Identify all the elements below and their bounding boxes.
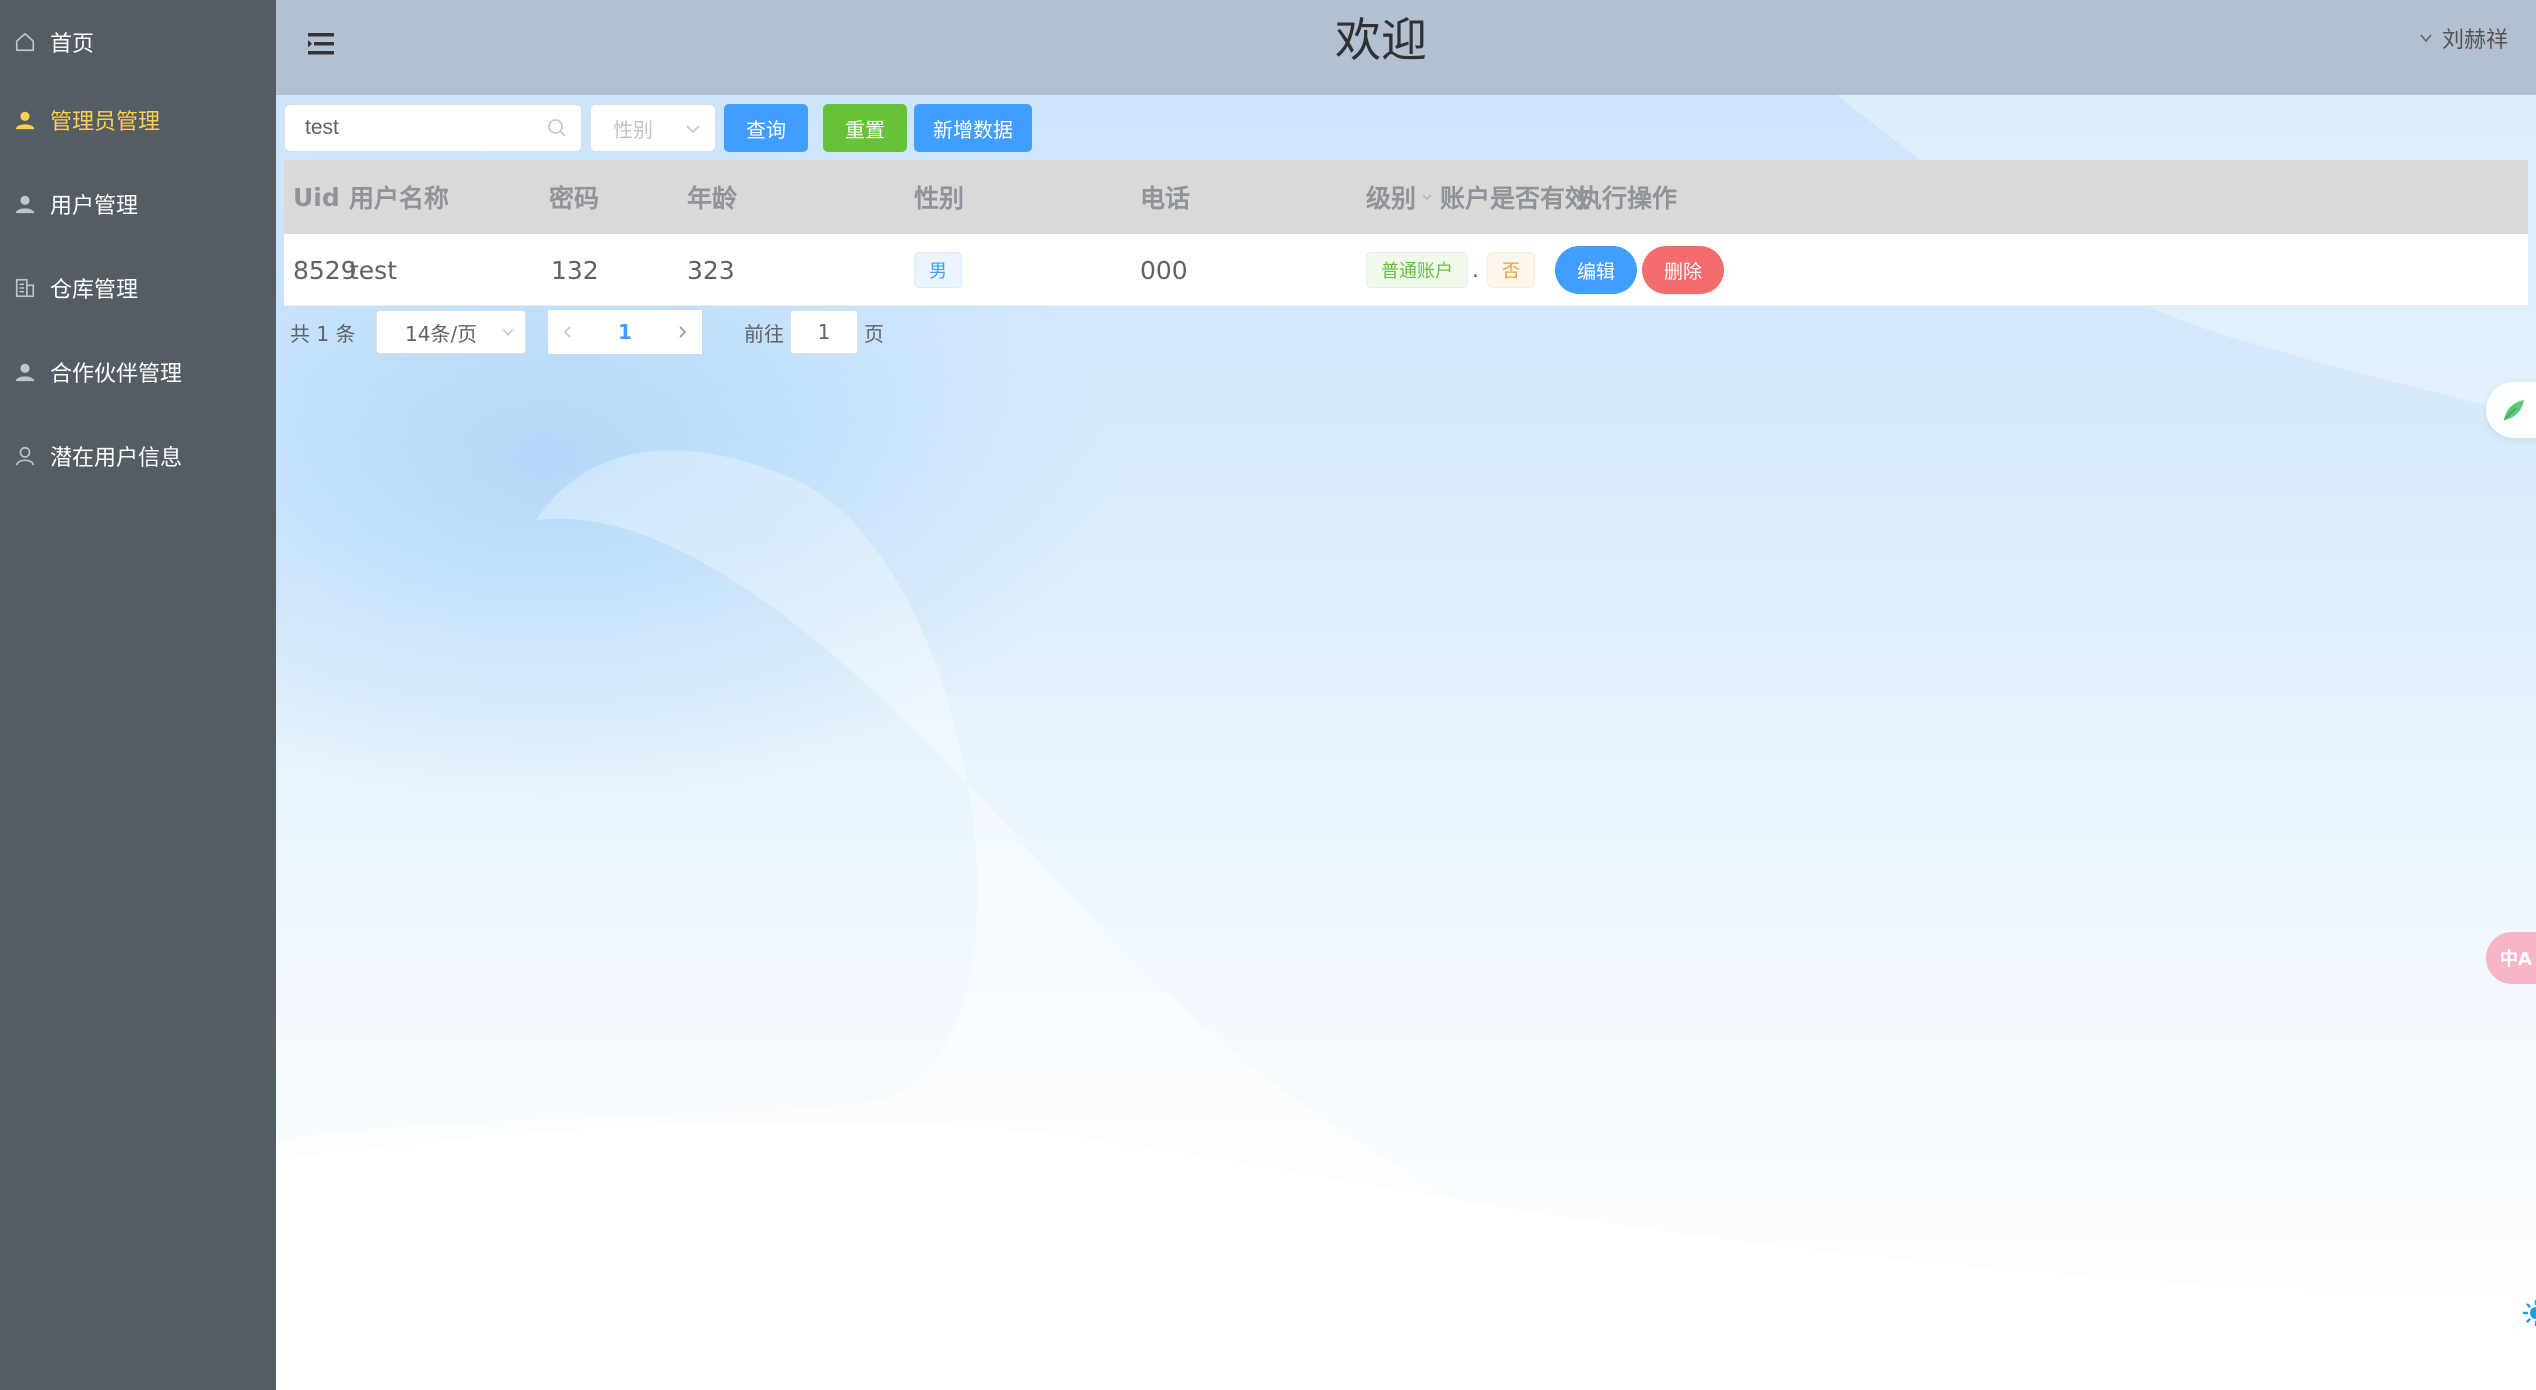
top-header: 欢迎 刘赫祥 <box>276 0 2536 95</box>
data-table: Uid 用户名称 密码 年龄 性别 电话 级别 账户是否有效 执行操作 8529… <box>284 160 2528 306</box>
query-button[interactable]: 查询 <box>724 104 808 152</box>
sidebar-item-label: 合作伙伴管理 <box>50 362 183 387</box>
page-number-current[interactable]: 1 <box>588 310 662 354</box>
user-icon <box>14 109 36 131</box>
column-header-age: 年龄 <box>687 184 738 213</box>
column-header-phone: 电话 <box>1140 184 1191 213</box>
translate-icon: 中A <box>2500 949 2532 970</box>
chevron-down-icon <box>2420 34 2432 43</box>
user-icon <box>14 361 36 383</box>
gender-tag: 男 <box>914 252 962 288</box>
sidebar-item-warehouse-management[interactable]: 仓库管理 <box>0 246 276 330</box>
table-row: 8529 test 132 323 男 000 普通账户 . 否 编辑 删除 <box>284 234 2528 306</box>
cell-actions: 编辑 删除 <box>1555 234 1724 306</box>
column-header-gender: 性别 <box>914 184 965 213</box>
sidebar-item-label: 仓库管理 <box>50 278 139 303</box>
chevron-down-icon <box>502 328 514 337</box>
add-data-button[interactable]: 新增数据 <box>914 104 1032 152</box>
delete-button[interactable]: 删除 <box>1642 246 1724 294</box>
building-icon <box>14 277 36 299</box>
chevron-right-icon <box>679 326 687 338</box>
column-header-password: 密码 <box>549 184 600 213</box>
pagination-total: 共 1 条 <box>290 321 356 346</box>
level-suffix: . <box>1472 257 1479 283</box>
sidebar-item-admin-management[interactable]: 管理员管理 <box>0 78 276 162</box>
goto-page-input[interactable]: 1 <box>790 310 858 354</box>
level-tag: 普通账户 <box>1366 252 1468 288</box>
cell-phone: 000 <box>1140 255 1188 285</box>
sidebar-item-label: 潜在用户信息 <box>50 446 183 471</box>
leaf-icon <box>2503 400 2524 421</box>
cell-username: test <box>349 255 398 285</box>
sidebar-item-label: 首页 <box>50 32 95 57</box>
user-icon <box>14 193 36 215</box>
sidebar-item-partner-management[interactable]: 合作伙伴管理 <box>0 330 276 414</box>
search-icon[interactable] <box>547 118 567 138</box>
sidebar-item-home[interactable]: 首页 <box>0 0 276 84</box>
sidebar: 首页 管理员管理 用户管理 仓库管理 合作伙伴管理 潜在用户信息 <box>0 0 276 1390</box>
sun-icon[interactable] <box>2516 1298 2536 1328</box>
next-page-button[interactable] <box>662 310 702 354</box>
main-content: 欢迎 刘赫祥 性别 查询 重置 新增数据 Uid 用户名称 密码 年龄 性别 电… <box>276 0 2536 1390</box>
cell-gender: 男 <box>914 234 962 306</box>
column-header-username: 用户名称 <box>349 184 450 213</box>
home-icon <box>14 31 36 53</box>
column-header-account-valid: 账户是否有效 <box>1440 184 1591 213</box>
table-header: Uid 用户名称 密码 年龄 性别 电话 级别 账户是否有效 执行操作 <box>284 160 2528 234</box>
edit-button[interactable]: 编辑 <box>1555 246 1637 294</box>
goto-suffix: 页 <box>864 321 884 346</box>
column-header-level-label: 级别 <box>1366 184 1417 213</box>
page-size-select[interactable]: 14条/页 <box>376 310 526 354</box>
sidebar-item-potential-users[interactable]: 潜在用户信息 <box>0 414 276 498</box>
chevron-left-icon <box>563 326 571 338</box>
column-header-uid: Uid <box>293 182 340 212</box>
user-outline-icon <box>14 445 36 467</box>
account-valid-tag: 否 <box>1487 252 1535 288</box>
gender-select-placeholder: 性别 <box>613 117 653 142</box>
search-input-wrapper <box>284 104 582 152</box>
page-size-value: 14条/页 <box>405 321 478 346</box>
goto-label: 前往 <box>744 321 784 346</box>
floating-translate-button[interactable]: 中A <box>2486 932 2536 984</box>
gender-select[interactable]: 性别 <box>590 104 716 152</box>
user-dropdown[interactable]: 刘赫祥 <box>2418 22 2508 54</box>
cell-uid: 8529 <box>293 255 357 285</box>
search-input[interactable] <box>285 105 525 151</box>
sidebar-item-label: 用户管理 <box>50 194 139 219</box>
cell-password: 132 <box>551 255 599 285</box>
sidebar-item-label: 管理员管理 <box>50 110 161 135</box>
column-header-actions: 执行操作 <box>1577 184 1678 213</box>
sidebar-item-user-management[interactable]: 用户管理 <box>0 162 276 246</box>
sort-caret-icon <box>1422 194 1432 200</box>
chevron-down-icon <box>686 125 700 134</box>
reset-button[interactable]: 重置 <box>823 104 907 152</box>
cell-level: 普通账户 . 否 <box>1366 234 1535 306</box>
cell-age: 323 <box>687 255 735 285</box>
column-header-level[interactable]: 级别 <box>1366 160 1434 234</box>
page-title: 欢迎 <box>1335 13 1427 67</box>
floating-leaf-button[interactable] <box>2486 382 2536 438</box>
user-name: 刘赫祥 <box>2441 28 2508 53</box>
prev-page-button[interactable] <box>548 310 588 354</box>
